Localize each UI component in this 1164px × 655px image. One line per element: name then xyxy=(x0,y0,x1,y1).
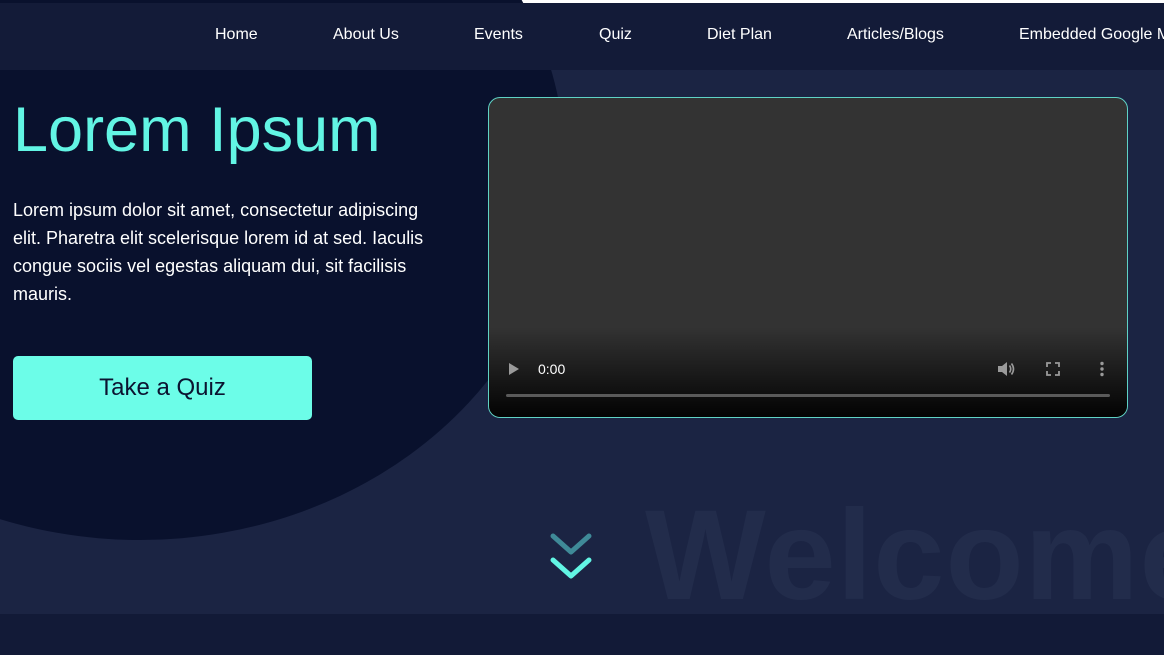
nav-item-events[interactable]: Events xyxy=(474,26,523,44)
hero-description: Lorem ipsum dolor sit amet, consectetur … xyxy=(13,200,424,304)
nav-item-home[interactable]: Home xyxy=(215,26,258,44)
more-vertical-icon[interactable] xyxy=(1099,361,1105,377)
nav-item-diet-plan[interactable]: Diet Plan xyxy=(707,26,772,44)
hero-title: Lorem Ipsum xyxy=(13,95,381,165)
navbar: Home About Us Events Quiz Diet Plan Arti… xyxy=(0,3,1164,70)
video-player[interactable]: 0:00 xyxy=(488,97,1128,418)
take-quiz-button[interactable]: Take a Quiz xyxy=(13,356,312,420)
volume-icon[interactable] xyxy=(997,361,1015,377)
page: Home About Us Events Quiz Diet Plan Arti… xyxy=(0,0,1164,655)
fullscreen-icon[interactable] xyxy=(1046,362,1060,376)
double-chevron-down-icon[interactable] xyxy=(549,532,593,584)
welcome-watermark: Welcome xyxy=(645,484,1164,627)
nav-item-about-us[interactable]: About Us xyxy=(333,26,399,44)
nav-item-embedded-google-map[interactable]: Embedded Google M xyxy=(1019,26,1164,44)
bottom-band xyxy=(0,614,1164,655)
video-controls-gradient xyxy=(489,327,1127,417)
nav-item-quiz[interactable]: Quiz xyxy=(599,26,632,44)
play-icon[interactable] xyxy=(509,363,519,375)
nav-item-articles-blogs[interactable]: Articles/Blogs xyxy=(847,26,944,44)
video-time: 0:00 xyxy=(538,361,566,377)
video-progress-bar[interactable] xyxy=(506,394,1110,397)
